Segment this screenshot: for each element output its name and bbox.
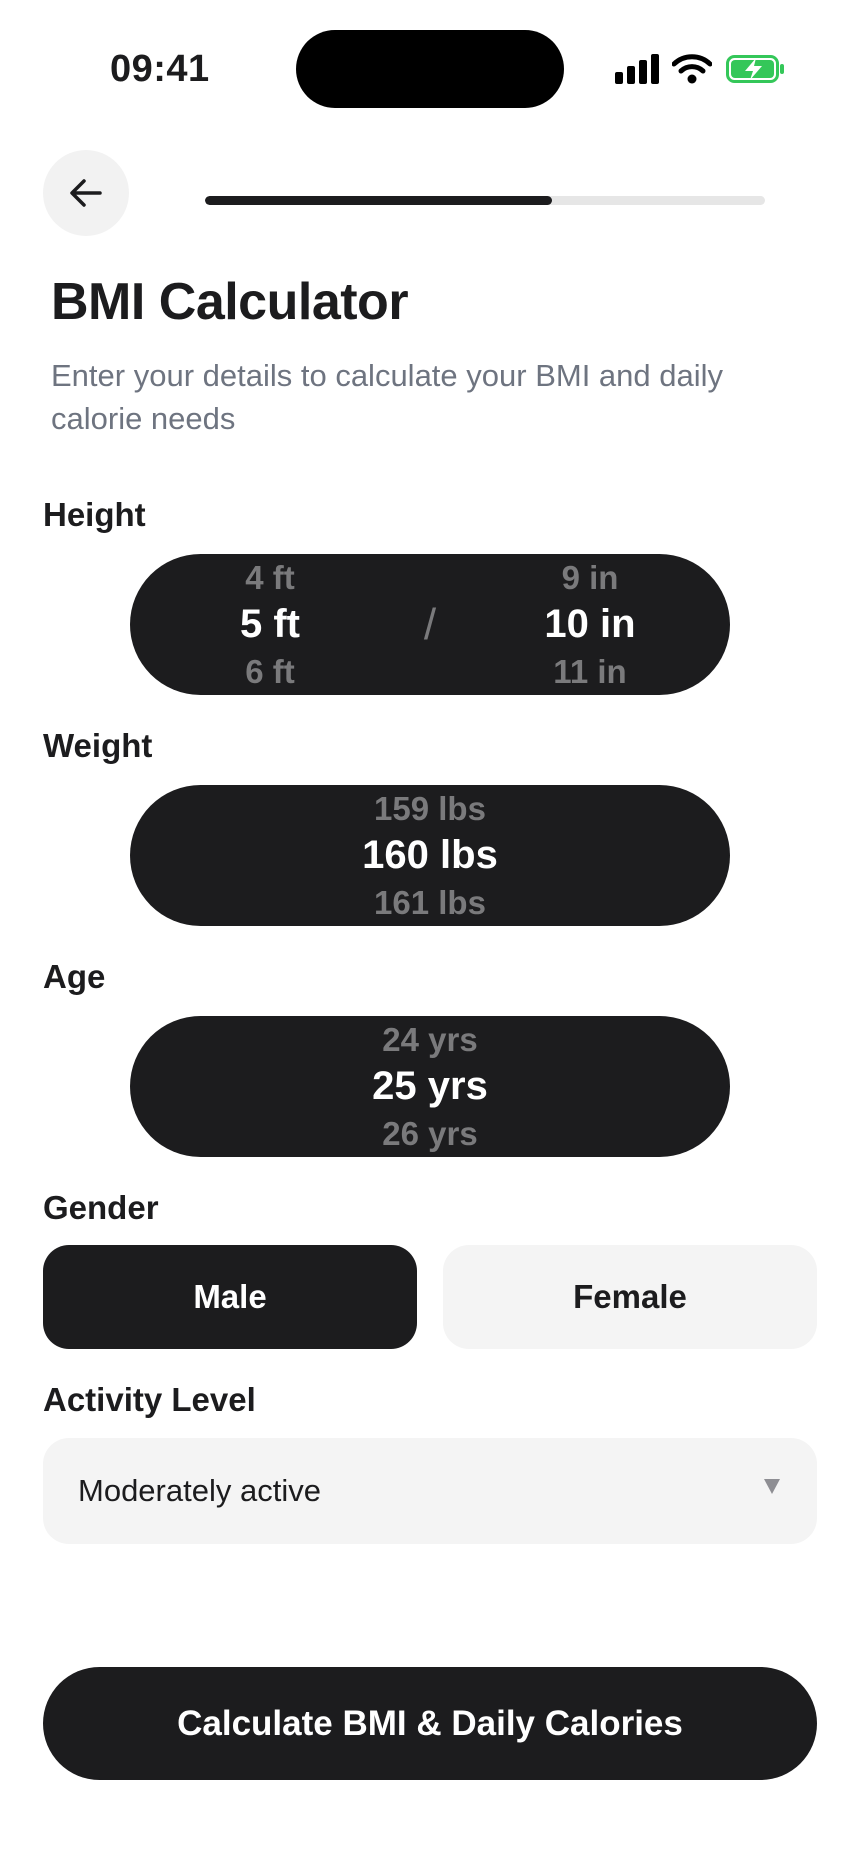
page-title: BMI Calculator (51, 273, 409, 331)
activity-level-value: Moderately active (78, 1473, 321, 1508)
inches-prev[interactable]: 9 in (562, 554, 619, 601)
age-prev[interactable]: 24 yrs (382, 1016, 477, 1063)
height-label: Height (43, 496, 146, 533)
page-subtitle: Enter your details to calculate your BMI… (51, 358, 724, 436)
wifi-icon (672, 54, 712, 84)
signal-icon (615, 54, 659, 84)
age-wheel[interactable]: 24 yrs 25 yrs 26 yrs (130, 1016, 730, 1157)
bmi-calculator-screen: 09:41 BMI Calculator Enter your details … (0, 0, 860, 1869)
feet-prev[interactable]: 4 ft (245, 554, 295, 601)
age-next[interactable]: 26 yrs (382, 1110, 477, 1157)
weight-label: Weight (43, 727, 153, 764)
battery-charging-icon (726, 55, 784, 83)
weight-next[interactable]: 161 lbs (374, 879, 486, 926)
weight-selected[interactable]: 160 lbs (362, 832, 498, 879)
feet-wheel[interactable]: 4 ft 5 ft 6 ft (200, 554, 340, 695)
feet-selected[interactable]: 5 ft (240, 601, 300, 648)
status-time: 09:41 (110, 48, 210, 90)
progress-bar (205, 196, 765, 205)
inches-next[interactable]: 11 in (553, 648, 626, 695)
calculate-button[interactable]: Calculate BMI & Daily Calories (43, 1667, 817, 1780)
gender-female-button[interactable]: Female (443, 1245, 817, 1349)
age-label: Age (43, 958, 106, 995)
dynamic-island (296, 30, 564, 108)
age-selected[interactable]: 25 yrs (372, 1063, 488, 1110)
back-button[interactable] (43, 150, 129, 236)
activity-level-label: Activity Level (43, 1381, 256, 1418)
progress-fill (205, 196, 553, 205)
age-picker[interactable]: 24 yrs 25 yrs 26 yrs (130, 1016, 730, 1157)
height-picker[interactable]: 4 ft 5 ft 6 ft / 9 in 10 in 11 in (130, 554, 730, 695)
feet-next[interactable]: 6 ft (245, 648, 295, 695)
gender-male-button[interactable]: Male (43, 1245, 417, 1349)
inches-selected[interactable]: 10 in (544, 601, 635, 648)
weight-picker[interactable]: 159 lbs 160 lbs 161 lbs (130, 785, 730, 926)
weight-wheel[interactable]: 159 lbs 160 lbs 161 lbs (130, 785, 730, 926)
weight-prev[interactable]: 159 lbs (374, 785, 486, 832)
gender-label: Gender (43, 1189, 159, 1226)
back-arrow-icon (70, 179, 102, 207)
height-separator: / (423, 599, 437, 649)
inches-wheel[interactable]: 9 in 10 in 11 in (510, 554, 670, 695)
activity-level-select[interactable]: Moderately active (43, 1438, 817, 1544)
chevron-down-icon (764, 1479, 780, 1494)
